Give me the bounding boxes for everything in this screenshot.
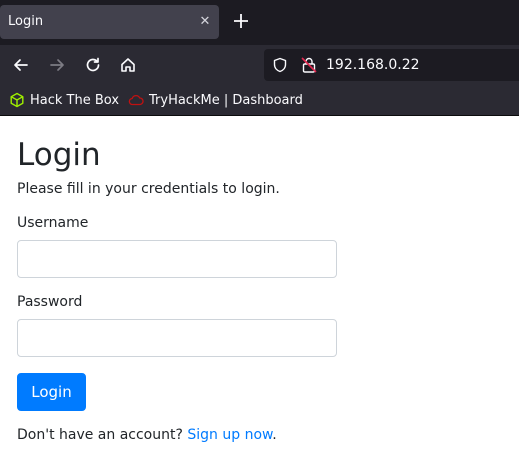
shield-icon[interactable] [272,57,288,77]
cube-icon [10,92,24,108]
url-bar[interactable]: 192.168.0.22 [264,49,519,81]
insecure-lock-icon[interactable] [300,56,318,78]
tab-bar: Login ✕ [0,0,519,45]
url-text: 192.168.0.22 [326,57,420,73]
plus-icon[interactable] [231,11,251,31]
password-input[interactable] [17,319,337,357]
signup-prompt: Don't have an account? Sign up now. [17,427,277,443]
signup-suffix: . [272,427,277,443]
bookmark-hack-the-box[interactable]: Hack The Box [9,92,119,108]
arrow-right-icon[interactable] [44,53,70,77]
bookmark-tryhackme[interactable]: TryHackMe | Dashboard [128,92,303,108]
page-title: Login [17,137,101,173]
username-label: Username [17,215,89,231]
login-button[interactable]: Login [17,373,86,411]
tab-title: Login [8,14,44,29]
username-input[interactable] [17,240,337,278]
page-subtitle: Please fill in your credentials to login… [17,181,280,197]
bookmarks-bar: Hack The Box TryHackMe | Dashboard [0,85,519,115]
arrow-left-icon[interactable] [8,53,34,77]
password-label: Password [17,294,83,310]
cloud-icon [128,94,144,106]
reload-icon[interactable] [80,53,106,77]
login-page: Login Please fill in your credentials to… [0,116,519,471]
navigation-toolbar: 192.168.0.22 [0,45,519,85]
browser-tab[interactable]: Login ✕ [0,5,219,39]
signup-link[interactable]: Sign up now [187,427,272,443]
close-icon[interactable]: ✕ [196,13,214,31]
signup-prefix: Don't have an account? [17,427,183,443]
home-icon[interactable] [115,53,141,77]
bookmark-label: TryHackMe | Dashboard [149,92,303,108]
bookmark-label: Hack The Box [30,92,120,108]
